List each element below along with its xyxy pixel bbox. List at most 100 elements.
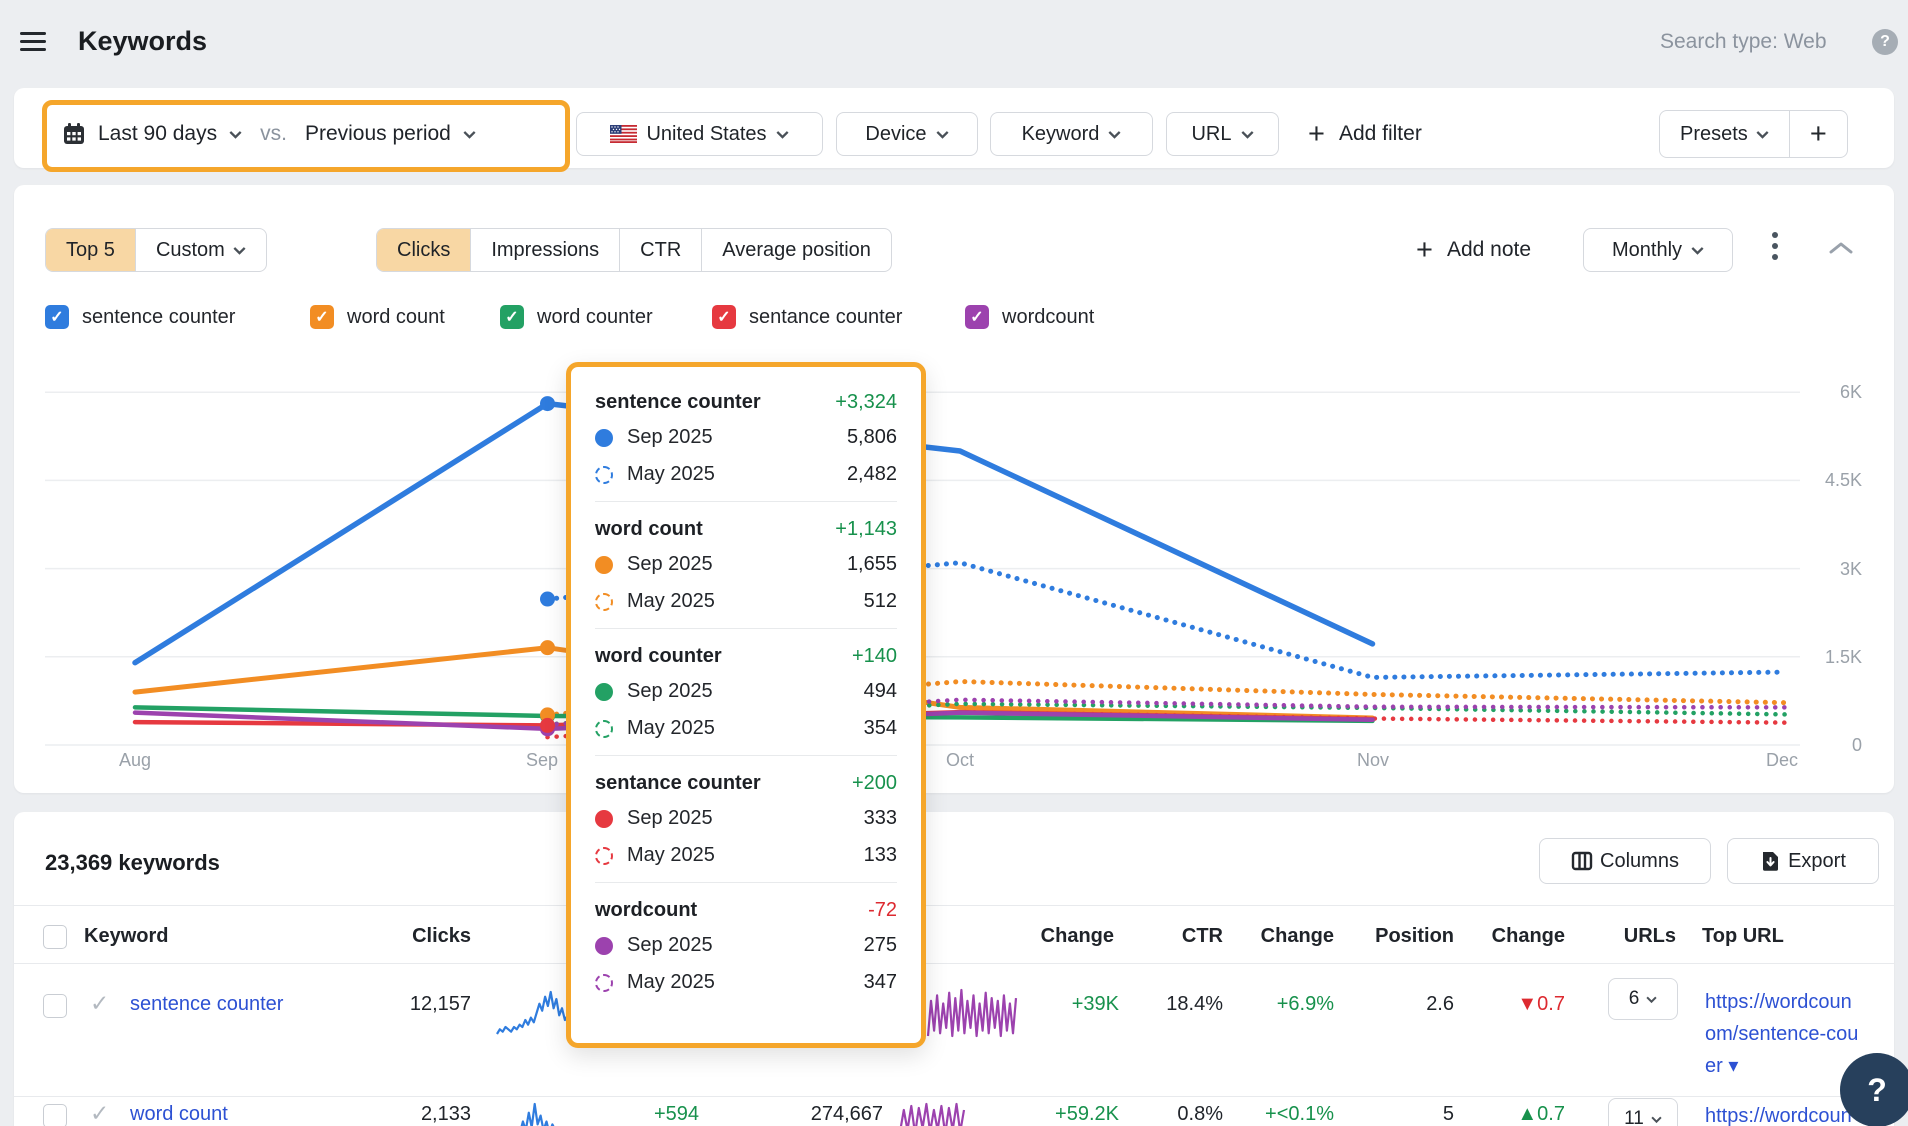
y-tick-3k: 3K xyxy=(1792,559,1862,580)
tooltip-value: 347 xyxy=(864,971,897,994)
chevron-down-icon xyxy=(1691,246,1704,255)
x-tick-aug: Aug xyxy=(105,750,165,771)
tooltip-value: 133 xyxy=(864,844,897,867)
tab-custom[interactable]: Custom xyxy=(135,229,266,271)
device-filter-button[interactable]: Device xyxy=(836,112,978,156)
chevron-down-icon xyxy=(463,130,476,139)
checkbox-checked-icon[interactable]: ✓ xyxy=(310,305,334,329)
url-filter-button[interactable]: URL xyxy=(1166,112,1279,156)
header-bar: Keywords Search type: Web ? xyxy=(0,0,1908,70)
urls-count-select[interactable]: 11 xyxy=(1608,1098,1678,1126)
device-filter-label: Device xyxy=(865,123,926,146)
tooltip-period: May 2025 xyxy=(627,971,715,994)
interval-label: Monthly xyxy=(1612,239,1682,262)
chart-hover-tooltip: sentence counter +3,324 Sep 2025 5,806 M… xyxy=(566,362,926,1048)
tab-impressions[interactable]: Impressions xyxy=(470,229,619,271)
add-filter-label: Add filter xyxy=(1339,122,1422,146)
legend-label: sentence counter xyxy=(82,306,235,329)
tooltip-value: 275 xyxy=(864,934,897,957)
tooltip-period: May 2025 xyxy=(627,463,715,486)
top-url-line[interactable]: om/sentence-cou xyxy=(1705,1018,1894,1050)
position-change-value: ▲0.7 xyxy=(1455,1103,1565,1126)
col-header-urls[interactable]: URLs xyxy=(1596,925,1676,948)
export-button[interactable]: Export xyxy=(1727,838,1879,884)
tooltip-series-delta: +3,324 xyxy=(835,391,897,414)
tooltip-series-delta: +200 xyxy=(852,772,897,795)
row-checkbox[interactable] xyxy=(43,1104,67,1126)
tooltip-group: word counter +140 Sep 2025 494 May 2025 … xyxy=(595,639,897,756)
col-header-position[interactable]: Position xyxy=(1344,925,1454,948)
tooltip-series-name: sentence counter xyxy=(595,391,761,414)
top-url-line[interactable]: https://wordcoun xyxy=(1705,986,1894,1018)
select-all-checkbox[interactable] xyxy=(43,925,67,949)
hamburger-menu-icon[interactable] xyxy=(20,32,46,52)
legend-wordcount[interactable]: ✓ wordcount xyxy=(965,304,1094,330)
keyword-filter-button[interactable]: Keyword xyxy=(990,112,1153,156)
tab-clicks[interactable]: Clicks xyxy=(377,229,470,271)
tab-ctr[interactable]: CTR xyxy=(619,229,701,271)
tooltip-series-name: word count xyxy=(595,518,703,541)
tab-top5[interactable]: Top 5 xyxy=(46,229,135,271)
clicks-sparkline xyxy=(512,1100,578,1126)
legend-sentence-counter[interactable]: ✓ sentence counter xyxy=(45,304,235,330)
calendar-icon xyxy=(62,122,86,146)
col-header-keyword[interactable]: Keyword xyxy=(84,925,168,948)
plus-icon: + xyxy=(1308,120,1325,149)
add-preset-button[interactable]: + xyxy=(1789,111,1847,157)
keyword-link[interactable]: word count xyxy=(130,1103,228,1126)
checkbox-checked-icon[interactable]: ✓ xyxy=(712,305,736,329)
checkbox-checked-icon[interactable]: ✓ xyxy=(965,305,989,329)
legend-sentance-counter[interactable]: ✓ sentance counter xyxy=(712,304,902,330)
columns-button[interactable]: Columns xyxy=(1539,838,1711,884)
help-fab-button[interactable]: ? xyxy=(1840,1053,1908,1126)
add-filter-button[interactable]: + Add filter xyxy=(1308,112,1422,156)
presets-button[interactable]: Presets xyxy=(1660,111,1789,157)
tooltip-series-delta: -72 xyxy=(868,899,897,922)
keyword-link[interactable]: sentence counter xyxy=(130,993,283,1016)
row-checkbox[interactable] xyxy=(43,994,67,1018)
url-filter-label: URL xyxy=(1191,123,1231,146)
col-header-clicks[interactable]: Clicks xyxy=(361,925,471,948)
interval-select[interactable]: Monthly xyxy=(1583,228,1733,272)
scope-segmented-control: Top 5 Custom xyxy=(45,228,267,272)
chevron-down-icon xyxy=(233,246,246,255)
urls-count: 6 xyxy=(1629,988,1640,1010)
date-range-filter[interactable]: Last 90 days vs. Previous period xyxy=(62,112,476,156)
kebab-menu-icon[interactable] xyxy=(1772,232,1780,260)
impressions-sparkline xyxy=(926,986,1018,1040)
checkbox-checked-icon[interactable]: ✓ xyxy=(500,305,524,329)
col-header-change[interactable]: Change xyxy=(1004,925,1114,948)
add-note-button[interactable]: + Add note xyxy=(1416,228,1531,272)
country-filter-button[interactable]: United States xyxy=(576,112,823,156)
tooltip-value: 333 xyxy=(864,807,897,830)
tooltip-period: May 2025 xyxy=(627,717,715,740)
position-value: 2.6 xyxy=(1344,993,1454,1016)
tooltip-value: 2,482 xyxy=(847,463,897,486)
search-type-label[interactable]: Search type: Web xyxy=(1660,30,1827,54)
x-tick-sep: Sep xyxy=(512,750,572,771)
ctr-change-value: +<0.1% xyxy=(1214,1103,1334,1126)
legend-word-counter[interactable]: ✓ word counter xyxy=(500,304,653,330)
y-tick-1-5k: 1.5K xyxy=(1792,647,1862,668)
col-header-top-url[interactable]: Top URL xyxy=(1702,925,1784,948)
legend-label: wordcount xyxy=(1002,306,1094,329)
help-icon[interactable]: ? xyxy=(1872,29,1898,55)
chevron-down-icon xyxy=(229,130,242,139)
add-note-label: Add note xyxy=(1447,238,1531,262)
tab-average-position[interactable]: Average position xyxy=(701,229,891,271)
checkbox-checked-icon[interactable]: ✓ xyxy=(45,305,69,329)
divider xyxy=(14,1096,1894,1097)
y-tick-4-5k: 4.5K xyxy=(1792,470,1862,491)
collapse-chart-icon[interactable] xyxy=(1828,240,1854,256)
y-tick-6k: 6K xyxy=(1792,382,1862,403)
urls-count-select[interactable]: 6 xyxy=(1608,978,1678,1020)
tab-average-position-label: Average position xyxy=(722,239,871,262)
chart-card xyxy=(14,185,1894,793)
col-header-change[interactable]: Change xyxy=(1455,925,1565,948)
col-header-ctr[interactable]: CTR xyxy=(1113,925,1223,948)
ctr-value: 18.4% xyxy=(1113,993,1223,1016)
chevron-down-icon xyxy=(936,130,949,139)
col-header-change[interactable]: Change xyxy=(1214,925,1334,948)
tab-impressions-label: Impressions xyxy=(491,239,599,262)
legend-word-count[interactable]: ✓ word count xyxy=(310,304,445,330)
